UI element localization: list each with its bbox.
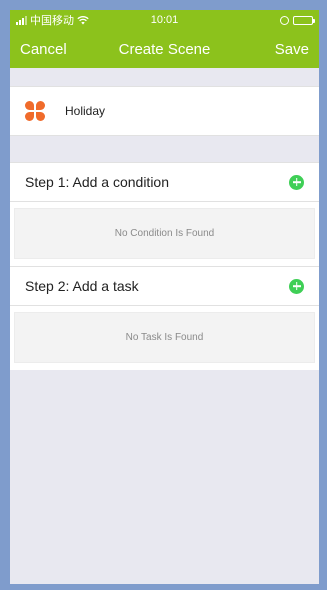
task-empty-text: No Task Is Found (125, 332, 204, 343)
task-list: No Task Is Found (10, 306, 319, 370)
save-button[interactable]: Save (275, 41, 309, 58)
battery-icon (293, 15, 315, 25)
task-empty-state: No Task Is Found (14, 312, 315, 363)
condition-list: No Condition Is Found (10, 202, 319, 266)
scene-icon[interactable] (25, 101, 45, 121)
carrier-name: 中国移动 (30, 15, 74, 27)
status-right (280, 15, 315, 25)
nav-bar: Cancel Create Scene Save (10, 30, 319, 68)
add-task-icon[interactable] (289, 278, 304, 294)
status-left: 中国移动 (16, 12, 89, 28)
step1-row: Step 1: Add a condition (10, 162, 319, 202)
scene-name[interactable]: Holiday (65, 104, 105, 118)
step1-label: Step 1: Add a condition (25, 174, 169, 190)
step2-row: Step 2: Add a task (10, 266, 319, 306)
signal-icon (16, 15, 27, 25)
condition-empty-text: No Condition Is Found (114, 228, 215, 239)
wifi-icon (77, 16, 89, 25)
step2-label: Step 2: Add a task (25, 278, 139, 294)
add-condition-icon[interactable] (289, 174, 304, 190)
status-bar: 中国移动 10:01 (10, 10, 319, 30)
condition-empty-state: No Condition Is Found (14, 208, 315, 259)
cancel-button[interactable]: Cancel (20, 41, 67, 58)
rotation-lock-icon (280, 15, 289, 25)
phone-screen: 中国移动 10:01 Cancel Create Scene Save Holi… (10, 10, 319, 584)
scene-name-row[interactable]: Holiday (10, 86, 319, 136)
